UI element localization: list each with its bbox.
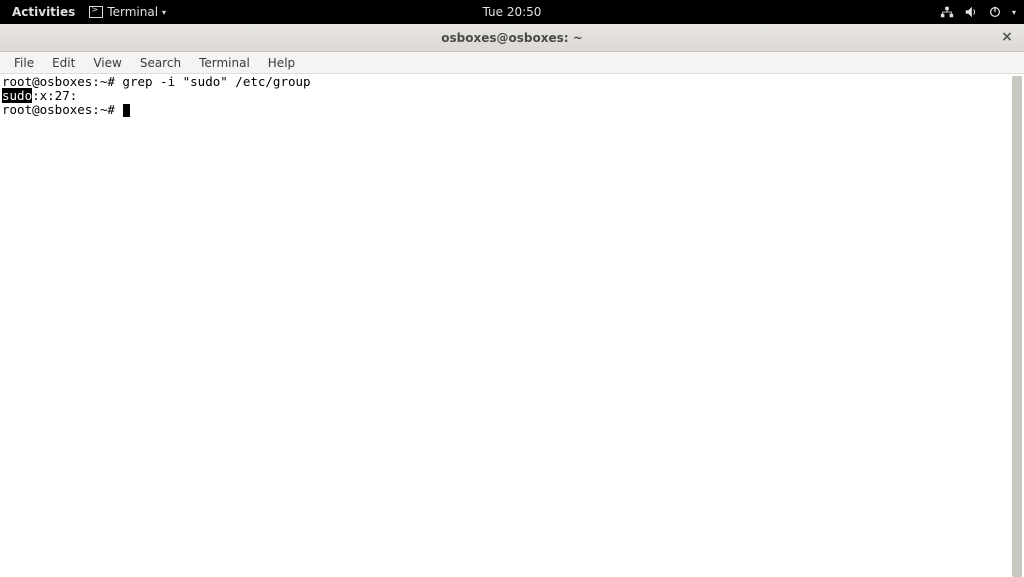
prompt: root@osboxes:~# bbox=[2, 74, 122, 89]
command: grep -i "sudo" /etc/group bbox=[122, 74, 310, 89]
menu-help[interactable]: Help bbox=[260, 54, 303, 72]
menu-edit[interactable]: Edit bbox=[44, 54, 83, 72]
topbar-right: ▾ bbox=[940, 5, 1016, 19]
app-menu-label: Terminal bbox=[107, 5, 158, 19]
scrollbar[interactable] bbox=[1012, 76, 1022, 577]
menu-terminal[interactable]: Terminal bbox=[191, 54, 258, 72]
cursor bbox=[123, 104, 130, 117]
gnome-topbar: Activities Terminal ▾ Tue 20:50 ▾ bbox=[0, 0, 1024, 24]
sound-icon[interactable] bbox=[964, 5, 978, 19]
prompt: root@osboxes:~# bbox=[2, 102, 122, 117]
scrollbar-thumb[interactable] bbox=[1012, 76, 1022, 577]
terminal-line-3: root@osboxes:~# bbox=[2, 103, 1022, 117]
topbar-left: Activities Terminal ▾ bbox=[8, 5, 172, 19]
app-menu[interactable]: Terminal ▾ bbox=[83, 5, 172, 19]
chevron-down-icon: ▾ bbox=[162, 8, 166, 17]
terminal-line-2: sudo:x:27: bbox=[2, 89, 1022, 103]
window-title: osboxes@osboxes: ~ bbox=[441, 31, 583, 45]
activities-button[interactable]: Activities bbox=[8, 5, 79, 19]
menu-file[interactable]: File bbox=[6, 54, 42, 72]
menubar: File Edit View Search Terminal Help bbox=[0, 52, 1024, 74]
network-icon[interactable] bbox=[940, 5, 954, 19]
terminal-line-1: root@osboxes:~# grep -i "sudo" /etc/grou… bbox=[2, 75, 1022, 89]
close-icon: × bbox=[1001, 30, 1013, 44]
menu-view[interactable]: View bbox=[85, 54, 129, 72]
grep-rest: :x:27: bbox=[32, 88, 77, 103]
system-menu-chevron-icon[interactable]: ▾ bbox=[1012, 8, 1016, 17]
power-icon[interactable] bbox=[988, 5, 1002, 19]
clock[interactable]: Tue 20:50 bbox=[483, 5, 542, 19]
close-button[interactable]: × bbox=[1000, 30, 1014, 44]
grep-match: sudo bbox=[2, 88, 32, 103]
terminal-area[interactable]: root@osboxes:~# grep -i "sudo" /etc/grou… bbox=[0, 74, 1024, 577]
window-titlebar[interactable]: osboxes@osboxes: ~ × bbox=[0, 24, 1024, 52]
menu-search[interactable]: Search bbox=[132, 54, 189, 72]
terminal-icon bbox=[89, 6, 103, 18]
